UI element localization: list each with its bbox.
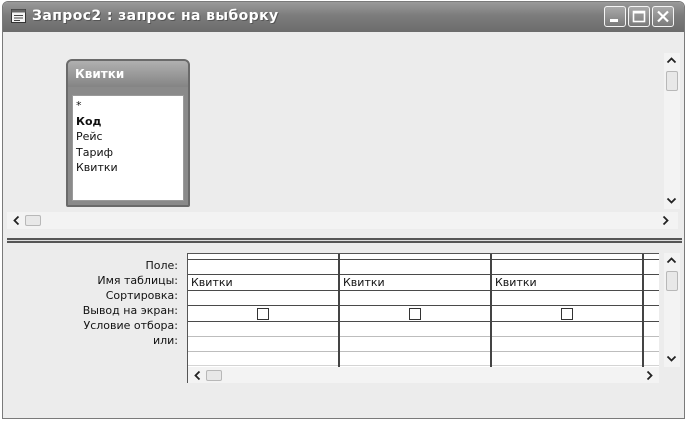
- column-divider[interactable]: [490, 254, 492, 383]
- grid-cell-or[interactable]: [188, 337, 338, 351]
- close-button[interactable]: [652, 6, 674, 27]
- scroll-right-icon[interactable]: [658, 213, 673, 228]
- row-label-show: Вывод на экран:: [82, 304, 178, 317]
- grid-cell-criteria[interactable]: [188, 322, 338, 336]
- scroll-down-icon[interactable]: [664, 351, 679, 366]
- field-item[interactable]: Тариф: [76, 145, 183, 161]
- grid-cell-field[interactable]: [188, 260, 338, 274]
- scroll-up-icon[interactable]: [664, 253, 679, 268]
- table-title[interactable]: Квитки: [68, 61, 188, 87]
- field-list: * Код Рейс Тариф Квитки: [72, 95, 184, 201]
- pane-splitter[interactable]: [7, 238, 682, 243]
- grid-row-sort: [188, 291, 659, 306]
- minimize-button[interactable]: [604, 6, 626, 27]
- field-item[interactable]: Квитки: [76, 160, 183, 176]
- grid-cell-table[interactable]: Квитки: [492, 275, 642, 290]
- scroll-thumb[interactable]: [206, 370, 222, 381]
- show-checkbox[interactable]: [409, 308, 421, 320]
- grid-row-criteria: [188, 322, 659, 337]
- grid-cell-or[interactable]: [340, 337, 490, 351]
- row-label-table: Имя таблицы:: [97, 274, 178, 287]
- grid-cell-sort[interactable]: [188, 291, 338, 305]
- scroll-thumb[interactable]: [666, 71, 678, 91]
- grid-row-field: [188, 260, 659, 275]
- close-icon: [657, 10, 669, 23]
- column-divider[interactable]: [642, 254, 644, 383]
- maximize-icon: [632, 10, 646, 23]
- design-grid-pane: Поле: Имя таблицы: Сортировка: Вывод на …: [7, 245, 680, 408]
- grid-cell-field[interactable]: [340, 260, 490, 274]
- row-label-criteria: Условие отбора:: [83, 319, 179, 332]
- grid-cell-table[interactable]: Квитки: [340, 275, 490, 290]
- query-window: Запрос2 : запрос на выборку Квитки * Код…: [2, 1, 685, 419]
- scroll-left-icon[interactable]: [190, 368, 205, 383]
- grid-horizontal-scrollbar[interactable]: [188, 367, 659, 383]
- maximize-button[interactable]: [628, 6, 650, 27]
- scroll-thumb[interactable]: [25, 215, 41, 226]
- show-checkbox[interactable]: [257, 308, 269, 320]
- row-label-or: или:: [152, 334, 178, 347]
- table-field-list[interactable]: Квитки * Код Рейс Тариф Квитки: [66, 59, 190, 207]
- grid-row-blank: [188, 352, 659, 366]
- row-label-field: Поле:: [145, 259, 178, 272]
- grid-cell-sort[interactable]: [492, 291, 642, 305]
- scroll-down-icon[interactable]: [664, 193, 679, 208]
- query-design-grid: Квитки Квитки Квитки: [187, 253, 659, 383]
- scroll-right-icon[interactable]: [642, 368, 657, 383]
- minimize-icon: [610, 19, 618, 22]
- scroll-left-icon[interactable]: [9, 213, 24, 228]
- title-bar[interactable]: Запрос2 : запрос на выборку: [3, 2, 684, 32]
- upper-vertical-scrollbar[interactable]: [664, 53, 680, 209]
- field-item-primary-key[interactable]: Код: [76, 114, 183, 130]
- grid-cell-criteria[interactable]: [492, 322, 642, 336]
- grid-cell-field[interactable]: [492, 260, 642, 274]
- query-icon: [11, 9, 26, 23]
- grid-cell-sort[interactable]: [340, 291, 490, 305]
- grid-row-table: Квитки Квитки Квитки: [188, 275, 659, 291]
- field-item[interactable]: Рейс: [76, 129, 183, 145]
- grid-vertical-scrollbar[interactable]: [664, 253, 680, 367]
- scroll-up-icon[interactable]: [664, 53, 679, 68]
- grid-cell-criteria[interactable]: [340, 322, 490, 336]
- upper-horizontal-scrollbar[interactable]: [7, 212, 678, 229]
- table-pane: Квитки * Код Рейс Тариф Квитки: [7, 33, 680, 236]
- grid-row-show: [188, 306, 659, 322]
- field-item[interactable]: *: [76, 98, 183, 114]
- column-divider[interactable]: [338, 254, 340, 383]
- scroll-thumb[interactable]: [666, 271, 678, 291]
- grid-cell-or[interactable]: [492, 337, 642, 351]
- grid-cell-table[interactable]: Квитки: [188, 275, 338, 290]
- row-label-sort: Сортировка:: [105, 289, 178, 302]
- row-labels: Поле: Имя таблицы: Сортировка: Вывод на …: [7, 258, 178, 348]
- window-title: Запрос2 : запрос на выборку: [32, 8, 279, 24]
- show-checkbox[interactable]: [561, 308, 573, 320]
- grid-row-or: [188, 337, 659, 352]
